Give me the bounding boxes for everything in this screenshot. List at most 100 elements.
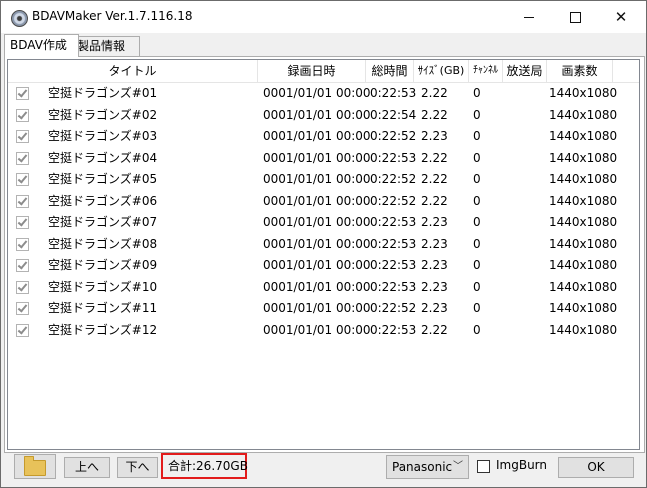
row-date: 0001/01/01 00:00 xyxy=(263,150,371,165)
row-duration: 0:22:53 xyxy=(370,150,417,165)
title-list[interactable]: タイトル 録画日時 総時間 ｻｲｽﾞ(GB) ﾁｬﾝﾈﾙ 放送局 画素数 空挺ド… xyxy=(7,59,640,450)
row-size: 2.23 xyxy=(421,258,448,272)
title-bar[interactable]: BDAVMaker Ver.1.7.116.18 ✕ xyxy=(1,1,646,33)
window-title: BDAVMaker Ver.1.7.116.18 xyxy=(32,9,193,23)
row-resolution: 1440x1080 xyxy=(549,215,618,229)
row-channel: 0 xyxy=(473,107,481,122)
folder-icon xyxy=(24,455,46,476)
row-size: 2.22 xyxy=(421,322,448,337)
row-size: 2.23 xyxy=(421,129,448,143)
row-size: 2.23 xyxy=(421,301,448,315)
row-title: 空挺ドラゴンズ#12 xyxy=(48,322,158,337)
row-title: 空挺ドラゴンズ#07 xyxy=(48,215,158,229)
column-header-station[interactable]: 放送局 xyxy=(503,60,547,82)
row-checkbox[interactable] xyxy=(16,87,29,100)
row-size: 2.23 xyxy=(421,215,448,229)
close-button[interactable]: ✕ xyxy=(598,1,644,33)
disc-app-icon xyxy=(11,10,28,27)
row-checkbox[interactable] xyxy=(16,216,29,229)
row-title: 空挺ドラゴンズ#06 xyxy=(48,193,158,208)
table-row[interactable]: 空挺ドラゴンズ#01 0001/01/01 00:00 0:22:53 2.22… xyxy=(8,83,639,104)
row-checkbox[interactable] xyxy=(16,194,29,208)
table-row[interactable]: 空挺ドラゴンズ#07 0001/01/01 00:00 0:22:53 2.23… xyxy=(8,212,639,233)
tab-product-info[interactable]: 製品情報 xyxy=(71,36,140,56)
row-resolution: 1440x1080 xyxy=(549,279,618,294)
row-checkbox[interactable] xyxy=(16,130,29,143)
row-title: 空挺ドラゴンズ#01 xyxy=(48,86,158,100)
chevron-down-icon: ﹀ xyxy=(453,461,463,472)
column-header-duration[interactable]: 総時間 xyxy=(366,60,414,82)
row-title: 空挺ドラゴンズ#04 xyxy=(48,150,158,165)
tab-panel: タイトル 録画日時 総時間 ｻｲｽﾞ(GB) ﾁｬﾝﾈﾙ 放送局 画素数 空挺ド… xyxy=(4,56,645,453)
row-resolution: 1440x1080 xyxy=(549,193,618,208)
total-size-label: 合計:26.70GB xyxy=(161,453,248,479)
row-checkbox[interactable] xyxy=(16,108,29,122)
open-folder-button[interactable] xyxy=(14,454,56,479)
row-channel: 0 xyxy=(473,150,481,165)
table-row[interactable]: 空挺ドラゴンズ#08 0001/01/01 00:00 0:22:53 2.23… xyxy=(8,234,639,255)
column-header-size[interactable]: ｻｲｽﾞ(GB) xyxy=(414,60,469,82)
table-row[interactable]: 空挺ドラゴンズ#09 0001/01/01 00:00 0:22:53 2.23… xyxy=(8,255,639,276)
row-checkbox[interactable] xyxy=(16,302,29,315)
row-resolution: 1440x1080 xyxy=(549,322,618,337)
row-checkbox[interactable] xyxy=(16,237,29,251)
row-size: 2.23 xyxy=(421,236,448,251)
tab-bdav-create[interactable]: BDAV作成 xyxy=(4,34,79,57)
row-date: 0001/01/01 00:00 xyxy=(263,279,371,294)
row-title: 空挺ドラゴンズ#05 xyxy=(48,172,158,186)
row-resolution: 1440x1080 xyxy=(549,107,618,122)
row-channel: 0 xyxy=(473,172,481,186)
row-size: 2.22 xyxy=(421,172,448,186)
row-checkbox[interactable] xyxy=(16,323,29,337)
minimize-button[interactable] xyxy=(506,1,552,33)
row-channel: 0 xyxy=(473,322,481,337)
table-row[interactable]: 空挺ドラゴンズ#02 0001/01/01 00:00 0:22:54 2.22… xyxy=(8,105,639,126)
row-title: 空挺ドラゴンズ#09 xyxy=(48,258,158,272)
row-title: 空挺ドラゴンズ#02 xyxy=(48,107,158,122)
row-size: 2.22 xyxy=(421,86,448,100)
row-size: 2.22 xyxy=(421,193,448,208)
column-header-resolution[interactable]: 画素数 xyxy=(547,60,613,82)
row-resolution: 1440x1080 xyxy=(549,129,618,143)
move-up-button[interactable]: 上へ xyxy=(64,457,110,478)
row-duration: 0:22:52 xyxy=(370,129,417,143)
list-header: タイトル 録画日時 総時間 ｻｲｽﾞ(GB) ﾁｬﾝﾈﾙ 放送局 画素数 xyxy=(8,60,639,83)
row-duration: 0:22:53 xyxy=(370,258,417,272)
imgburn-label[interactable]: ImgBurn xyxy=(496,458,547,472)
table-row[interactable]: 空挺ドラゴンズ#05 0001/01/01 00:00 0:22:52 2.22… xyxy=(8,169,639,190)
table-row[interactable]: 空挺ドラゴンズ#10 0001/01/01 00:00 0:22:53 2.23… xyxy=(8,277,639,298)
row-checkbox[interactable] xyxy=(16,151,29,165)
row-channel: 0 xyxy=(473,129,481,143)
table-row[interactable]: 空挺ドラゴンズ#11 0001/01/01 00:00 0:22:52 2.23… xyxy=(8,298,639,319)
imgburn-checkbox[interactable] xyxy=(477,460,490,473)
row-size: 2.22 xyxy=(421,107,448,122)
column-header-date[interactable]: 録画日時 xyxy=(258,60,366,82)
row-duration: 0:22:53 xyxy=(370,236,417,251)
row-size: 2.23 xyxy=(421,279,448,294)
row-date: 0001/01/01 00:00 xyxy=(263,129,371,143)
row-title: 空挺ドラゴンズ#03 xyxy=(48,129,158,143)
maker-select[interactable]: Panasonic ﹀ xyxy=(386,455,469,479)
row-title: 空挺ドラゴンズ#08 xyxy=(48,236,158,251)
table-row[interactable]: 空挺ドラゴンズ#04 0001/01/01 00:00 0:22:53 2.22… xyxy=(8,148,639,169)
row-checkbox[interactable] xyxy=(16,173,29,186)
table-row[interactable]: 空挺ドラゴンズ#12 0001/01/01 00:00 0:22:53 2.22… xyxy=(8,320,639,341)
row-checkbox[interactable] xyxy=(16,259,29,272)
table-row[interactable]: 空挺ドラゴンズ#06 0001/01/01 00:00 0:22:52 2.22… xyxy=(8,191,639,212)
row-resolution: 1440x1080 xyxy=(549,258,618,272)
move-down-button[interactable]: 下へ xyxy=(117,457,158,478)
maker-select-value: Panasonic xyxy=(392,460,453,474)
row-channel: 0 xyxy=(473,301,481,315)
row-date: 0001/01/01 00:00 xyxy=(263,301,371,315)
maximize-button[interactable] xyxy=(552,1,598,33)
ok-button[interactable]: OK xyxy=(558,457,634,478)
row-title: 空挺ドラゴンズ#10 xyxy=(48,279,158,294)
row-date: 0001/01/01 00:00 xyxy=(263,86,371,100)
table-row[interactable]: 空挺ドラゴンズ#03 0001/01/01 00:00 0:22:52 2.23… xyxy=(8,126,639,147)
row-title: 空挺ドラゴンズ#11 xyxy=(48,301,158,315)
row-duration: 0:22:53 xyxy=(370,86,417,100)
row-resolution: 1440x1080 xyxy=(549,150,618,165)
row-checkbox[interactable] xyxy=(16,280,29,294)
column-header-channel[interactable]: ﾁｬﾝﾈﾙ xyxy=(469,60,503,82)
column-header-title[interactable]: タイトル xyxy=(8,60,258,82)
